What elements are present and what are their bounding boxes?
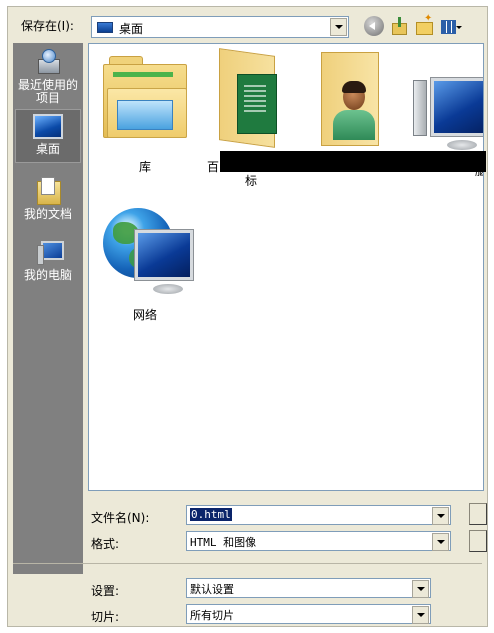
back-icon[interactable] <box>364 16 384 36</box>
view-menu-icon[interactable] <box>439 16 462 36</box>
recent-items-icon <box>37 49 60 75</box>
format-label: 格式: <box>91 537 120 551</box>
redaction-bar <box>220 151 486 172</box>
folder-icon <box>219 48 279 148</box>
file-item-library[interactable]: 库 <box>95 52 195 174</box>
save-options: 文件名(N): 0.html 格式: HTML 和图像 设置: 默认设置 切片:… <box>8 493 487 628</box>
user-folder-icon <box>321 52 381 150</box>
new-folder-icon[interactable] <box>414 13 434 36</box>
network-icon <box>103 208 199 304</box>
library-icon <box>103 52 187 140</box>
format-select[interactable]: HTML 和图像 <box>186 531 451 551</box>
settings-value: 默认设置 <box>190 583 234 596</box>
desktop-icon <box>97 22 113 33</box>
desktop-icon <box>33 114 63 139</box>
file-label: 网络 <box>132 308 157 322</box>
place-label: 我的文档 <box>23 207 72 221</box>
file-label: 库 <box>138 160 151 174</box>
chevron-down-icon[interactable] <box>330 18 347 36</box>
place-label: 最近使用的项目 <box>17 78 78 105</box>
chevron-down-icon[interactable] <box>432 507 449 525</box>
place-label: 我的电脑 <box>23 268 72 282</box>
chevron-down-icon[interactable] <box>412 606 429 624</box>
divider <box>13 563 482 564</box>
location-value: 桌面 <box>119 22 144 36</box>
slices-value: 所有切片 <box>190 609 234 622</box>
my-documents-icon <box>37 177 61 205</box>
file-item-network[interactable]: 网络 <box>95 202 195 326</box>
chevron-down-icon[interactable] <box>432 533 449 551</box>
settings-select[interactable]: 默认设置 <box>186 578 431 598</box>
computer-icon <box>413 70 483 154</box>
filename-input[interactable]: 0.html <box>186 505 451 525</box>
filename-value: 0.html <box>190 508 232 521</box>
settings-label: 设置: <box>91 584 120 598</box>
save-in-label: 保存在(I): <box>21 19 74 33</box>
file-label-line2: 标 <box>245 174 258 188</box>
save-button[interactable] <box>469 503 487 525</box>
place-recent-items[interactable]: 最近使用的项目 <box>15 49 81 111</box>
slices-label: 切片: <box>91 610 120 624</box>
file-list[interactable]: 库 百 标 脑 <box>88 43 484 491</box>
my-computer-icon <box>35 241 64 265</box>
format-value: HTML 和图像 <box>190 536 257 549</box>
save-dialog: 保存在(I): 桌面 最近使用的项目 桌面 我的文档 我的电脑 <box>7 6 488 627</box>
slices-select[interactable]: 所有切片 <box>186 604 431 624</box>
place-desktop[interactable]: 桌面 <box>15 109 81 163</box>
chevron-down-icon[interactable] <box>412 580 429 598</box>
toolbar <box>364 13 462 38</box>
place-my-documents[interactable]: 我的文档 <box>15 177 81 225</box>
location-dropdown[interactable]: 桌面 <box>91 16 349 38</box>
cancel-button[interactable] <box>469 530 487 552</box>
up-folder-icon[interactable] <box>389 16 409 36</box>
place-my-computer[interactable]: 我的电脑 <box>15 241 81 287</box>
top-bar: 保存在(I): 桌面 <box>8 7 487 41</box>
filename-label: 文件名(N): <box>91 511 150 525</box>
place-label: 桌面 <box>35 142 60 156</box>
